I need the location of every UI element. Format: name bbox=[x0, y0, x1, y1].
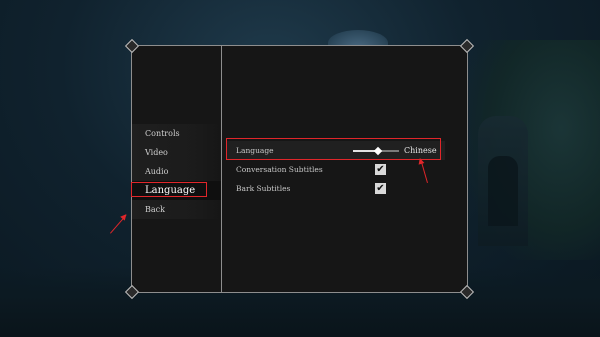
menu-item-audio[interactable]: Audio bbox=[132, 162, 221, 181]
menu-item-video[interactable]: Video bbox=[132, 143, 221, 162]
checkmark-icon[interactable]: ✔ bbox=[375, 183, 386, 194]
conversation-subtitles-row: Conversation Subtitles ✔ bbox=[227, 160, 445, 179]
panel-divider bbox=[221, 46, 222, 292]
menu-item-back[interactable]: Back bbox=[132, 200, 221, 219]
settings-menu: Controls Video Audio Language Back bbox=[132, 124, 221, 219]
bark-subtitles-row: Bark Subtitles ✔ bbox=[227, 179, 445, 198]
temple-ruin bbox=[478, 116, 528, 246]
conversation-subtitles-label: Conversation Subtitles bbox=[236, 165, 323, 174]
settings-panel: Controls Video Audio Language Back Langu… bbox=[124, 38, 475, 300]
annotation-box-menu bbox=[131, 182, 207, 197]
menu-item-controls[interactable]: Controls bbox=[132, 124, 221, 143]
checkmark-icon[interactable]: ✔ bbox=[375, 164, 386, 175]
annotation-box-language-row bbox=[226, 138, 441, 160]
bark-subtitles-label: Bark Subtitles bbox=[236, 184, 291, 193]
